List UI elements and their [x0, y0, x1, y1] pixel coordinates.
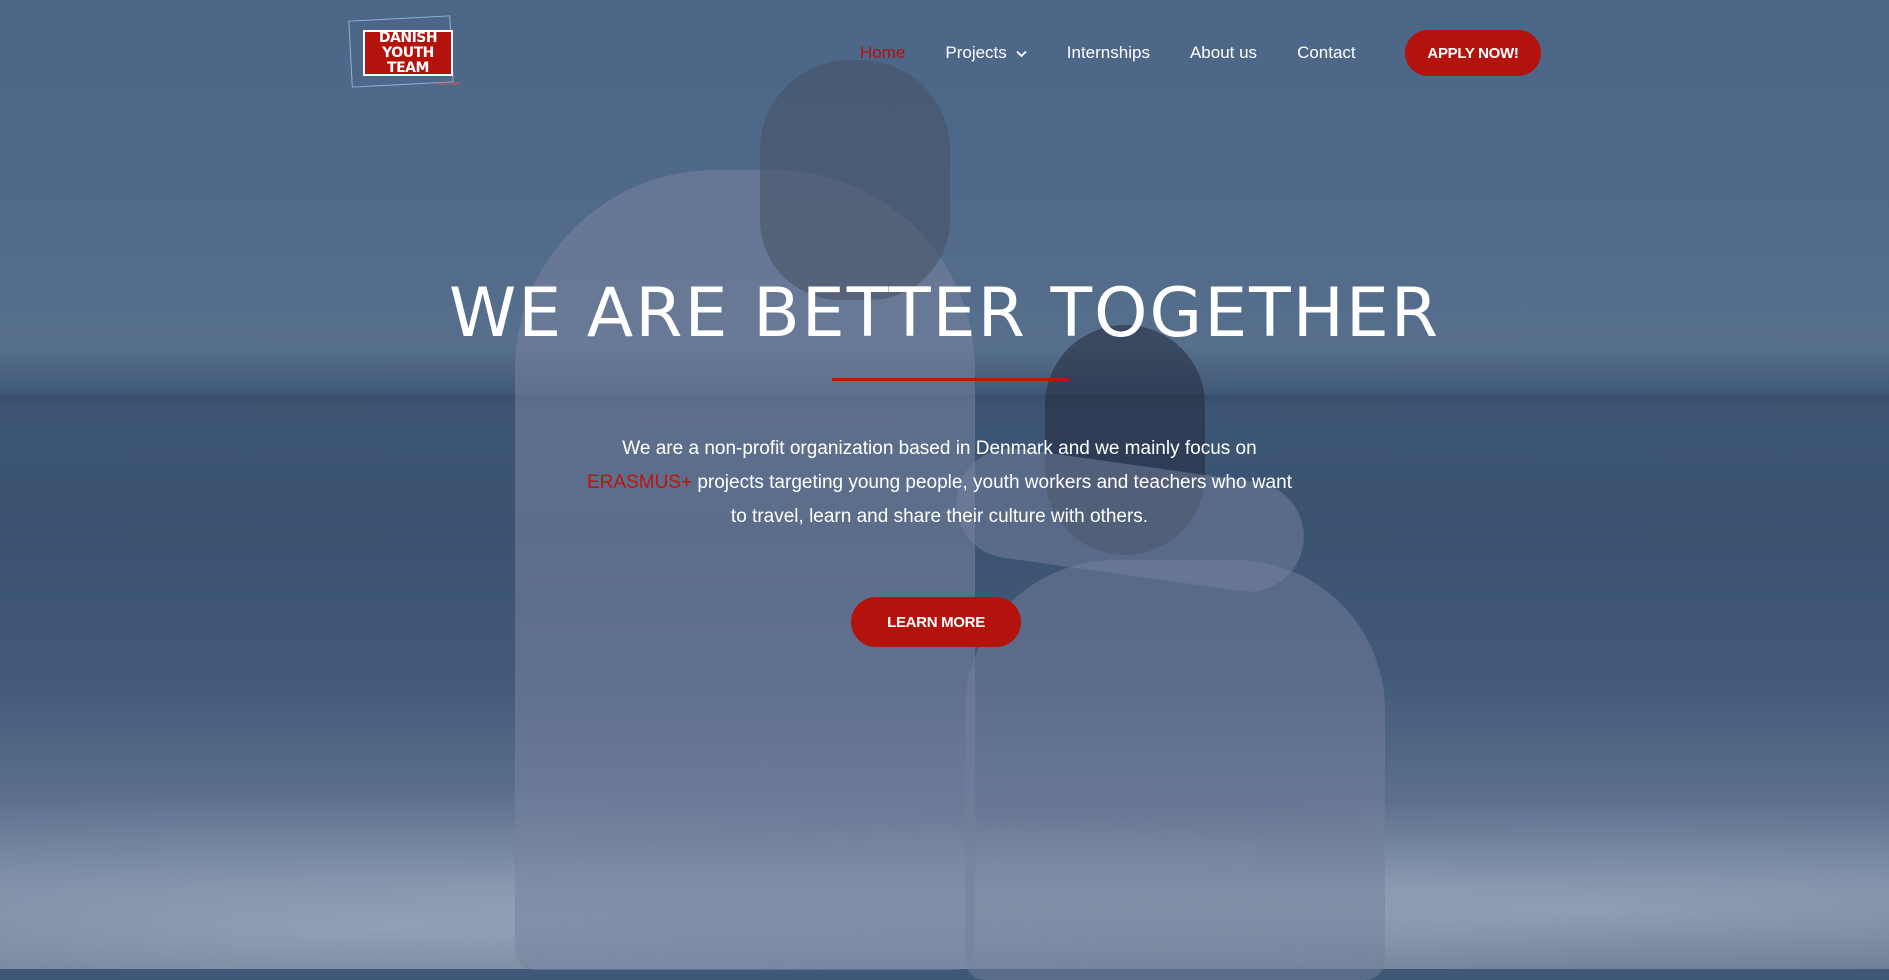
site-logo[interactable]: DANISH YOUTH TEAM youth team — [348, 15, 460, 88]
logo-text-line2: TEAM — [387, 59, 429, 76]
intro-text-part1: We are a non-profit organization based i… — [622, 438, 1257, 459]
erasmus-highlight: ERASMUS+ — [587, 472, 693, 493]
headline-divider — [832, 378, 1069, 381]
nav-item-label: Contact — [1297, 43, 1356, 62]
nav-item-label: About us — [1189, 43, 1258, 62]
hero-headline: WE ARE BETTER TOGETHER — [448, 274, 1441, 353]
logo-tagline: youth team — [435, 81, 460, 87]
chevron-down-icon — [1016, 47, 1027, 61]
nav-item-home[interactable]: Home — [860, 43, 905, 63]
apply-now-button[interactable]: APPLY NOW! — [1405, 30, 1541, 76]
learn-more-button[interactable]: LEARN MORE — [851, 597, 1021, 647]
site-header: DANISH YOUTH TEAM youth team Home Projec… — [0, 0, 1889, 105]
intro-text-part2: projects targeting young people, youth w… — [692, 472, 1292, 527]
nav-item-contact[interactable]: Contact — [1297, 43, 1356, 63]
nav-item-label: Internships — [1066, 43, 1150, 62]
nav-item-internships[interactable]: Internships — [1067, 43, 1150, 63]
nav-item-about-us[interactable]: About us — [1190, 43, 1257, 63]
main-navigation: Home Projects Internships About us Conta… — [860, 30, 1396, 76]
logo-badge: DANISH YOUTH TEAM — [363, 30, 453, 76]
hero-intro-text: We are a non-profit organization based i… — [580, 432, 1299, 534]
nav-item-projects[interactable]: Projects — [945, 43, 1027, 63]
logo-text-line1: DANISH YOUTH — [378, 29, 438, 61]
nav-item-label: Home — [860, 43, 906, 62]
nav-item-label: Projects — [945, 43, 1007, 62]
person-silhouette-woman — [965, 560, 1385, 980]
